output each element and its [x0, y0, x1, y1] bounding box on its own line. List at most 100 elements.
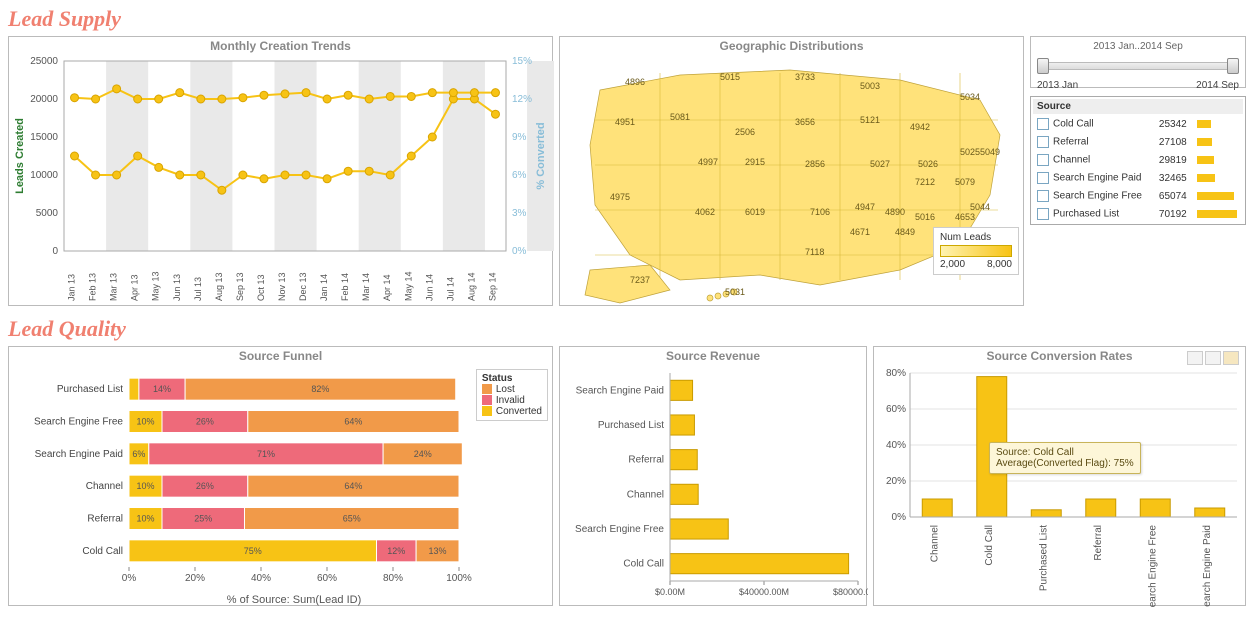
svg-text:% of Source: Sum(Lead ID): % of Source: Sum(Lead ID) — [227, 594, 362, 606]
source-row[interactable]: Channel29819 — [1033, 152, 1243, 168]
svg-text:Feb 13: Feb 13 — [88, 273, 98, 301]
grid-icon[interactable] — [1187, 351, 1203, 365]
monthly-title: Monthly Creation Trends — [9, 37, 552, 55]
svg-text:Search Engine Free: Search Engine Free — [34, 417, 123, 428]
conversion-toolbar — [1187, 351, 1239, 365]
svg-text:6%: 6% — [132, 449, 145, 459]
checkbox-icon[interactable] — [1037, 154, 1049, 166]
checkbox-icon[interactable] — [1037, 172, 1049, 184]
svg-text:Nov 13: Nov 13 — [277, 272, 287, 301]
checkbox-icon[interactable] — [1037, 190, 1049, 202]
svg-text:71%: 71% — [257, 449, 275, 459]
panel-source-revenue: Source Revenue Search Engine PaidPurchas… — [559, 346, 867, 606]
svg-text:Leads Created: Leads Created — [14, 118, 26, 194]
source-minibar — [1197, 138, 1212, 146]
slider-handle-left[interactable] — [1037, 58, 1049, 74]
svg-text:3%: 3% — [512, 208, 527, 219]
svg-text:65%: 65% — [343, 514, 361, 524]
svg-text:$0.00M: $0.00M — [655, 587, 685, 597]
svg-text:7106: 7106 — [810, 207, 830, 217]
checkbox-icon[interactable] — [1037, 118, 1049, 130]
checkbox-icon[interactable] — [1037, 208, 1049, 220]
svg-text:80%: 80% — [886, 368, 906, 379]
svg-text:26%: 26% — [196, 417, 214, 427]
svg-text:Jan 13: Jan 13 — [67, 274, 77, 301]
source-value: 32465 — [1153, 170, 1190, 186]
svg-text:7212: 7212 — [915, 177, 935, 187]
svg-text:10000: 10000 — [30, 170, 58, 181]
time-slider[interactable] — [1037, 52, 1239, 86]
chart-source-funnel[interactable]: Purchased List14%82%Search Engine Free10… — [9, 365, 554, 607]
svg-text:2506: 2506 — [735, 127, 755, 137]
source-minibar — [1197, 210, 1237, 218]
svg-text:4942: 4942 — [910, 122, 930, 132]
svg-text:0%: 0% — [892, 512, 907, 523]
svg-text:0%: 0% — [512, 246, 527, 257]
section-lead-supply-title: Lead Supply — [8, 6, 1248, 32]
source-row[interactable]: Search Engine Free65074 — [1033, 188, 1243, 204]
svg-text:5016: 5016 — [915, 212, 935, 222]
svg-text:May 13: May 13 — [151, 271, 161, 301]
geo-legend-max: 8,000 — [987, 259, 1012, 270]
svg-text:12%: 12% — [512, 94, 532, 105]
funnel-legend-title: Status — [482, 373, 542, 384]
svg-text:15%: 15% — [512, 56, 532, 67]
source-row[interactable]: Search Engine Paid 32465 — [1033, 170, 1243, 186]
svg-text:4896: 4896 — [625, 77, 645, 87]
source-row[interactable]: Referral27108 — [1033, 134, 1243, 150]
svg-text:Feb 14: Feb 14 — [340, 273, 350, 301]
maximize-icon[interactable] — [1205, 351, 1221, 365]
svg-text:Channel: Channel — [929, 525, 940, 562]
svg-text:20%: 20% — [886, 476, 906, 487]
svg-text:4951: 4951 — [615, 117, 635, 127]
svg-text:% Converted: % Converted — [535, 122, 547, 189]
svg-text:Mar 14: Mar 14 — [361, 273, 371, 301]
svg-text:4997: 4997 — [698, 157, 718, 167]
source-table: Source Cold Call25342 Referral27108 Channe… — [1030, 96, 1246, 225]
svg-text:9%: 9% — [512, 132, 527, 143]
source-name: Search Engine Paid — [1053, 173, 1141, 184]
source-minibar — [1197, 192, 1234, 200]
funnel-legend: Status LostInvalidConverted — [476, 369, 548, 421]
source-table-header: Source — [1033, 99, 1243, 114]
chart-source-revenue[interactable]: Search Engine PaidPurchased ListReferral… — [560, 365, 868, 607]
svg-text:Apr 13: Apr 13 — [130, 274, 140, 301]
svg-text:25000: 25000 — [30, 56, 58, 67]
svg-text:10%: 10% — [136, 481, 154, 491]
source-value: 29819 — [1153, 152, 1190, 168]
svg-text:75%: 75% — [244, 546, 262, 556]
source-minibar — [1197, 156, 1214, 164]
svg-text:0%: 0% — [122, 573, 137, 584]
source-row[interactable]: Cold Call25342 — [1033, 116, 1243, 132]
svg-text:6019: 6019 — [745, 207, 765, 217]
edit-icon[interactable] — [1223, 351, 1239, 365]
slider-handle-right[interactable] — [1227, 58, 1239, 74]
source-row[interactable]: Purchased List70192 — [1033, 206, 1243, 222]
legend-item: Invalid — [482, 395, 542, 406]
svg-text:3733: 3733 — [795, 72, 815, 82]
svg-text:$80000.00M: $80000.00M — [833, 587, 868, 597]
svg-text:80%: 80% — [383, 573, 403, 584]
svg-text:Oct 13: Oct 13 — [256, 274, 266, 301]
checkbox-icon[interactable] — [1037, 136, 1049, 148]
geo-legend: Num Leads 2,0008,000 — [933, 227, 1019, 275]
svg-text:4671: 4671 — [850, 227, 870, 237]
funnel-title: Source Funnel — [9, 347, 552, 365]
svg-text:Mar 13: Mar 13 — [109, 273, 119, 301]
conversion-tooltip: Source: Cold Call Average(Converted Flag… — [989, 442, 1141, 474]
svg-text:25%: 25% — [194, 514, 212, 524]
svg-text:Dec 13: Dec 13 — [298, 272, 308, 301]
svg-text:13%: 13% — [429, 546, 447, 556]
source-value: 25342 — [1153, 116, 1190, 132]
svg-text:5027: 5027 — [870, 159, 890, 169]
svg-text:5015: 5015 — [720, 72, 740, 82]
svg-text:5003: 5003 — [860, 81, 880, 91]
svg-text:40%: 40% — [886, 440, 906, 451]
panel-source-funnel: Source Funnel Purchased List14%82%Search… — [8, 346, 553, 606]
svg-text:Jul 14: Jul 14 — [445, 277, 455, 301]
svg-text:5026: 5026 — [918, 159, 938, 169]
svg-text:4975: 4975 — [610, 192, 630, 202]
chart-source-conversion[interactable]: 0%20%40%60%80%ChannelCold CallPurchased … — [874, 365, 1247, 607]
panel-source-conversion: Source Conversion Rates 0%20%40%60%80%Ch… — [873, 346, 1246, 606]
chart-monthly-trends[interactable]: 05000100001500020000250000%3%6%9%12%15%L… — [9, 55, 554, 307]
